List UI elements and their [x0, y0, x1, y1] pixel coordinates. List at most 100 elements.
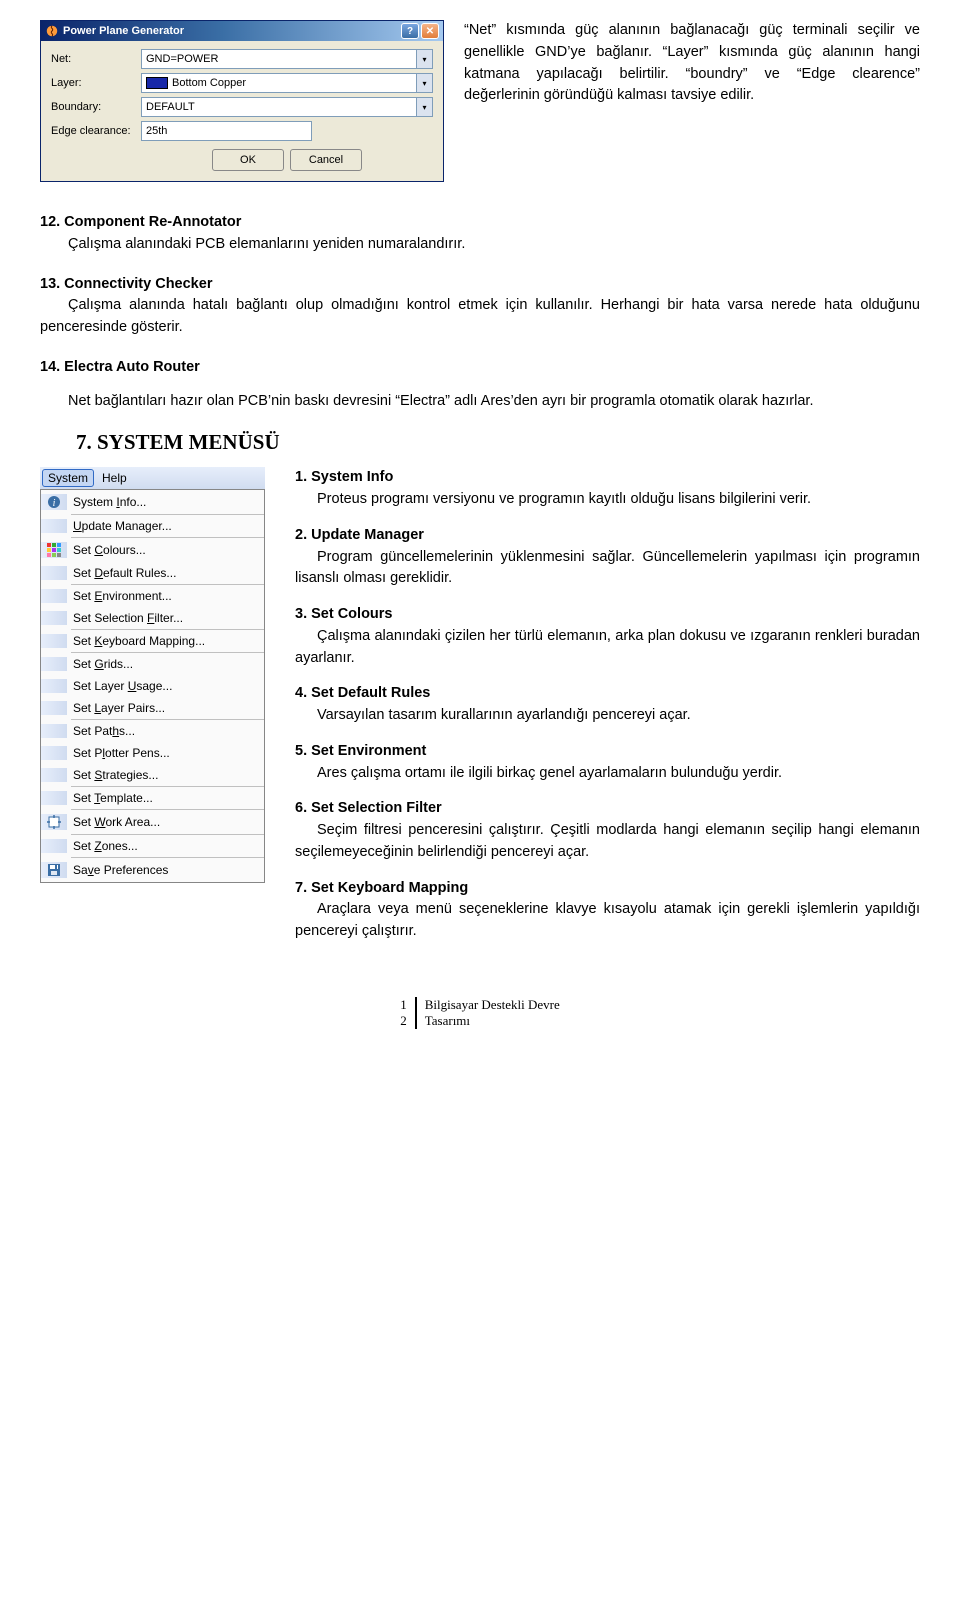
info-icon: i	[41, 494, 67, 510]
blank-icon	[41, 566, 67, 580]
description-title: 2. Update Manager	[295, 527, 424, 543]
description-block: 7. Set Keyboard Mapping Araçlara veya men…	[295, 878, 920, 943]
menu-item[interactable]: Set Keyboard Mapping...	[41, 630, 264, 652]
net-label: Net:	[51, 53, 141, 65]
help-button[interactable]: ?	[401, 23, 419, 39]
blank-icon	[41, 724, 67, 738]
close-button[interactable]: ✕	[421, 23, 439, 39]
footer-n1: 1	[400, 997, 407, 1013]
cancel-button[interactable]: Cancel	[290, 149, 362, 171]
work-icon	[41, 814, 67, 830]
description-block: 6. Set Selection Filter Seçim filtresi pe…	[295, 798, 920, 863]
menu-item-label: Set Strategies...	[73, 768, 158, 782]
blank-icon	[41, 768, 67, 782]
menu-item-label: Save Preferences	[73, 863, 168, 877]
menubar-system[interactable]: System	[42, 469, 94, 487]
boundary-label: Boundary:	[51, 101, 141, 113]
footer: 1 2 Bilgisayar Destekli Devre Tasarımı	[40, 997, 920, 1029]
menu-item-label: Set Paths...	[73, 724, 135, 738]
menu-item-label: System Info...	[73, 495, 146, 509]
menu-item[interactable]: Set Paths...	[41, 720, 264, 742]
menu-item[interactable]: Set Environment...	[41, 585, 264, 607]
menu-item[interactable]: Set Selection Filter...	[41, 607, 264, 629]
sec14-body: Net bağlantıları hazır olan PCB’nin bask…	[68, 393, 813, 409]
blank-icon	[41, 791, 67, 805]
menu-item-label: Set Layer Pairs...	[73, 701, 165, 715]
menubar-help[interactable]: Help	[96, 469, 133, 487]
menu-item[interactable]: Set Layer Pairs...	[41, 697, 264, 719]
description-body: Araçlara veya menü seçeneklerine klavye …	[295, 901, 920, 939]
edge-label: Edge clearance:	[51, 125, 141, 137]
colours-icon	[41, 542, 67, 558]
menubar-system-label: System	[48, 471, 88, 485]
blank-icon	[41, 657, 67, 671]
description-body: Program güncellemelerinin yüklenmesini s…	[295, 549, 920, 587]
blank-icon	[41, 746, 67, 760]
description-body: Varsayılan tasarım kurallarının ayarland…	[295, 707, 691, 723]
layer-label: Layer:	[51, 77, 141, 89]
edge-clearance-input[interactable]: 25th	[141, 121, 312, 141]
net-value: GND=POWER	[146, 53, 218, 65]
sec12-body: Çalışma alanındaki PCB elemanlarını yeni…	[40, 234, 920, 256]
boundary-combo[interactable]: DEFAULT ▾	[141, 97, 433, 117]
menu-item[interactable]: Set Template...	[41, 787, 264, 809]
description-title: 5. Set Environment	[295, 743, 426, 759]
cancel-label: Cancel	[309, 154, 343, 166]
description-block: 4. Set Default RulesVarsayılan tasarım k…	[295, 683, 920, 727]
footer-l1: Bilgisayar Destekli Devre	[425, 997, 560, 1013]
menu-item-label: Set Template...	[73, 791, 153, 805]
section-7-heading: 7. SYSTEM MENÜSÜ	[76, 430, 920, 455]
menu-item[interactable]: Set Plotter Pens...	[41, 742, 264, 764]
blank-icon	[41, 701, 67, 715]
menu-item-label: Set Zones...	[73, 839, 138, 853]
menu-item-label: Set Selection Filter...	[73, 611, 183, 625]
menu-item-label: Set Work Area...	[73, 815, 160, 829]
blank-icon	[41, 679, 67, 693]
layer-value: Bottom Copper	[172, 77, 246, 89]
description-block: 5. Set Environment Ares çalışma ortamı il…	[295, 741, 920, 785]
menu-item[interactable]: Set Strategies...	[41, 764, 264, 786]
sec13-title: 13. Connectivity Checker	[40, 276, 212, 292]
menu-item-label: Set Default Rules...	[73, 566, 176, 580]
menu-item[interactable]: Save Preferences	[41, 858, 264, 882]
menu-item[interactable]: Set Default Rules...	[41, 562, 264, 584]
blank-icon	[41, 634, 67, 648]
description-body: Çalışma alanındaki çizilen her türlü ele…	[295, 628, 920, 666]
menu-item[interactable]: i System Info...	[41, 490, 264, 514]
layer-swatch-icon	[146, 77, 168, 89]
sec12-title: 12. Component Re-Annotator	[40, 214, 241, 230]
menu-item[interactable]: Set Layer Usage...	[41, 675, 264, 697]
net-combo[interactable]: GND=POWER ▾	[141, 49, 433, 69]
blank-icon	[41, 611, 67, 625]
description-title: 7. Set Keyboard Mapping	[295, 880, 468, 896]
description-body: Ares çalışma ortamı ile ilgili birkaç ge…	[295, 765, 782, 781]
ok-button[interactable]: OK	[212, 149, 284, 171]
power-plane-generator-dialog: Power Plane Generator ? ✕ Net: GND=POWER…	[40, 20, 444, 182]
dialog-titlebar: Power Plane Generator ? ✕	[41, 21, 443, 41]
menu-item-label: Set Environment...	[73, 589, 172, 603]
menu-item-label: Set Layer Usage...	[73, 679, 172, 693]
menu-item[interactable]: Set Grids...	[41, 653, 264, 675]
system-menu-screenshot: System Help i System Info... Update Manage…	[40, 467, 265, 883]
menu-item-label: Set Plotter Pens...	[73, 746, 170, 760]
blank-icon	[41, 589, 67, 603]
svg-text:i: i	[53, 498, 56, 509]
menu-item-label: Update Manager...	[73, 519, 172, 533]
description-title: 6. Set Selection Filter	[295, 800, 442, 816]
ok-label: OK	[240, 154, 256, 166]
sec14-title: 14. Electra Auto Router	[40, 359, 200, 375]
menu-item[interactable]: Set Zones...	[41, 835, 264, 857]
menu-item[interactable]: Update Manager...	[41, 515, 264, 537]
menu-item[interactable]: Set Work Area...	[41, 810, 264, 834]
blank-icon	[41, 839, 67, 853]
menu-item[interactable]: Set Colours...	[41, 538, 264, 562]
chevron-down-icon: ▾	[416, 50, 432, 68]
description-title: 1. System Info	[295, 469, 393, 485]
sec13-body: Çalışma alanında hatalı bağlantı olup ol…	[40, 297, 920, 335]
layer-combo[interactable]: Bottom Copper ▾	[141, 73, 433, 93]
footer-l2: Tasarımı	[425, 1013, 560, 1029]
description-block: 2. Update Manager Program güncellemelerin…	[295, 525, 920, 590]
dialog-title: Power Plane Generator	[63, 25, 184, 37]
boundary-value: DEFAULT	[146, 101, 195, 113]
description-body: Seçim filtresi penceresini çalıştırır. Ç…	[295, 822, 920, 860]
